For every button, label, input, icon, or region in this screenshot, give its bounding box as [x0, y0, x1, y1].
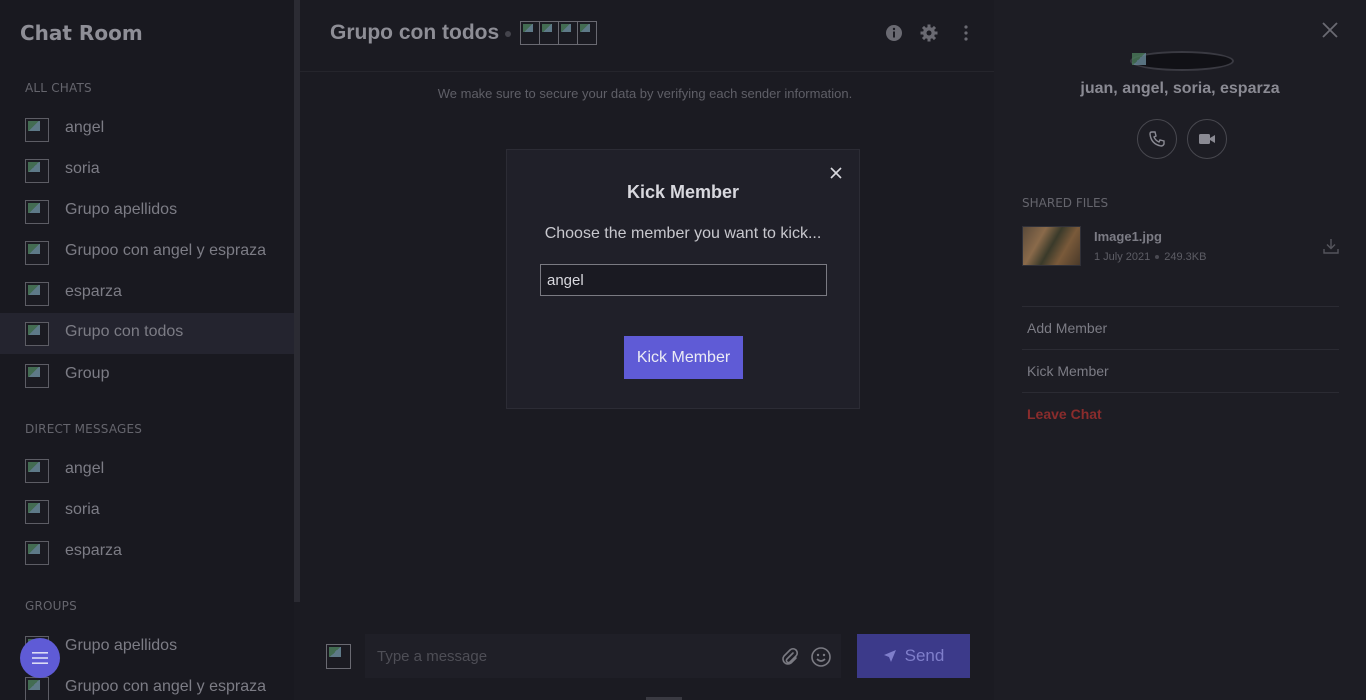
- paperclip-icon[interactable]: [780, 647, 800, 667]
- avatar: [558, 21, 578, 45]
- more-vertical-icon[interactable]: [957, 24, 975, 42]
- chat-item-esparza[interactable]: esparza: [0, 273, 294, 314]
- divider: [1022, 392, 1339, 393]
- file-name: Image1.jpg: [1094, 229, 1162, 244]
- security-note: We make sure to secure your data by veri…: [437, 86, 853, 101]
- chat-item-label: angel: [65, 119, 105, 136]
- chat-item-grupo-apellidos[interactable]: Grupo apellidos: [0, 191, 294, 232]
- avatar: [25, 541, 49, 565]
- file-meta: 1 July 2021 249.3KB: [1094, 251, 1206, 263]
- send-icon: [883, 650, 896, 662]
- settings-icon[interactable]: [920, 24, 938, 42]
- avatar: [577, 21, 597, 45]
- all-chats-label: ALL CHATS: [25, 81, 92, 95]
- video-icon: [1199, 134, 1215, 144]
- app-title: Chat Room: [20, 21, 143, 45]
- app-root: Chat Room ALL CHATS angel soria Grupo ap…: [0, 0, 1366, 700]
- file-thumbnail[interactable]: [1022, 226, 1081, 266]
- download-icon[interactable]: [1322, 237, 1340, 255]
- group-avatar: [1130, 51, 1234, 71]
- divider: [1022, 306, 1339, 307]
- member-avatars: [520, 21, 597, 45]
- member-name-input[interactable]: [540, 264, 827, 296]
- file-size: 249.3KB: [1164, 251, 1207, 263]
- avatar: [25, 241, 49, 265]
- avatar: [25, 364, 49, 388]
- details-panel: juan, angel, soria, esparza SHARED FILES…: [994, 0, 1366, 700]
- chat-item-soria[interactable]: soria: [0, 150, 294, 191]
- message-composer: Send: [300, 634, 994, 678]
- chat-title: Grupo con todos: [330, 21, 500, 44]
- group-members: juan, angel, soria, esparza: [1080, 80, 1280, 97]
- menu-fab-button[interactable]: [20, 638, 60, 678]
- avatar: [25, 282, 49, 306]
- close-panel-icon[interactable]: [1320, 20, 1340, 40]
- sidebar: Chat Room ALL CHATS angel soria Grupo ap…: [0, 0, 294, 700]
- info-icon[interactable]: [885, 24, 903, 42]
- chat-item-label: Grupo apellidos: [65, 201, 178, 218]
- divider: [1022, 349, 1339, 350]
- send-button-label: Send: [904, 646, 945, 665]
- message-input[interactable]: [365, 634, 841, 678]
- send-button[interactable]: Send: [857, 634, 970, 678]
- chat-item-label: Grupoo con angel y espraza: [65, 242, 267, 259]
- chat-item-label: angel: [65, 460, 105, 477]
- groups-label: GROUPS: [25, 599, 77, 613]
- kick-member-button[interactable]: Kick Member: [1027, 363, 1109, 379]
- chat-item-label: esparza: [65, 542, 122, 559]
- close-icon[interactable]: [829, 166, 843, 180]
- kick-member-modal: Kick Member Choose the member you want t…: [506, 149, 860, 409]
- leave-chat-button[interactable]: Leave Chat: [1027, 406, 1102, 422]
- avatar: [520, 21, 540, 45]
- avatar: [25, 322, 49, 346]
- dm-item-angel[interactable]: angel: [0, 450, 294, 491]
- chat-item-grupoo-con-angel[interactable]: Grupoo con angel y espraza: [0, 232, 294, 273]
- chat-item-group[interactable]: Group: [0, 355, 294, 396]
- chat-item-label: Grupo apellidos: [65, 637, 178, 654]
- shared-files-label: SHARED FILES: [1022, 196, 1109, 210]
- chat-item-label: Grupo con todos: [65, 323, 184, 340]
- chat-item-label: soria: [65, 501, 100, 518]
- chat-item-label: Grupoo con angel y espraza: [65, 678, 267, 695]
- voice-call-button[interactable]: [1137, 119, 1177, 159]
- avatar: [25, 500, 49, 524]
- chat-header: Grupo con todos: [300, 0, 994, 72]
- phone-icon: [1149, 131, 1165, 147]
- chat-item-grupo-con-todos[interactable]: Grupo con todos: [0, 313, 294, 354]
- separator-dot: [505, 31, 511, 37]
- avatar: [539, 21, 559, 45]
- menu-icon: [32, 652, 48, 664]
- video-call-button[interactable]: [1187, 119, 1227, 159]
- chat-item-angel[interactable]: angel: [0, 109, 294, 150]
- modal-title: Kick Member: [626, 182, 740, 202]
- chat-item-label: esparza: [65, 283, 122, 300]
- modal-prompt: Choose the member you want to kick...: [544, 225, 822, 242]
- avatar: [25, 459, 49, 483]
- separator-dot: [1155, 255, 1160, 260]
- kick-member-confirm-button[interactable]: Kick Member: [624, 336, 743, 379]
- direct-messages-label: DIRECT MESSAGES: [25, 422, 143, 436]
- add-member-button[interactable]: Add Member: [1027, 320, 1107, 336]
- avatar: [25, 200, 49, 224]
- dm-item-esparza[interactable]: esparza: [0, 532, 294, 573]
- avatar: [25, 118, 49, 142]
- chat-item-label: Group: [65, 365, 110, 382]
- dm-item-soria[interactable]: soria: [0, 491, 294, 532]
- emoji-icon[interactable]: [810, 646, 832, 668]
- avatar: [326, 644, 351, 669]
- file-date: 1 July 2021: [1094, 251, 1151, 263]
- avatar: [25, 677, 49, 700]
- avatar: [25, 159, 49, 183]
- chat-item-label: soria: [65, 160, 100, 177]
